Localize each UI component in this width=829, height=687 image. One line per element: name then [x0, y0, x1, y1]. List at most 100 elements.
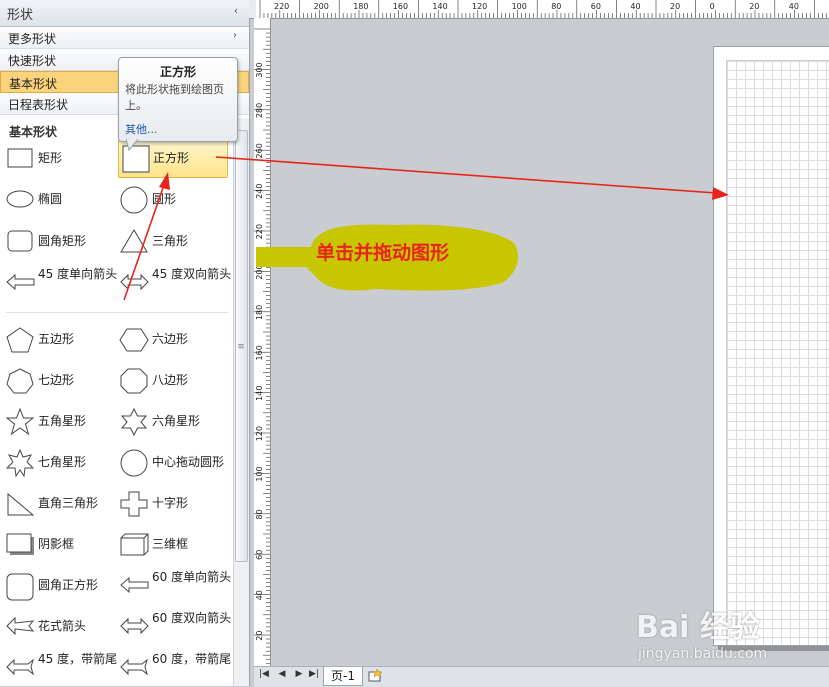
- ruler-label: 220: [274, 2, 289, 11]
- arrow-left-icon: [120, 576, 149, 594]
- ruler-label: 200: [314, 2, 329, 11]
- prev-page-button[interactable]: ◀: [275, 669, 289, 683]
- shape-rounded-square[interactable]: 圆角正方形: [0, 569, 116, 603]
- shape-label: 60 度双向箭头: [152, 611, 232, 625]
- shape-label: 五边形: [38, 332, 75, 346]
- shape-arrow-45-double[interactable]: 45 度双向箭头: [114, 266, 231, 300]
- arrow-double-icon: [120, 273, 149, 291]
- cross-icon: [120, 491, 148, 517]
- ruler-label: 0: [710, 2, 715, 11]
- shape-octagon[interactable]: 八边形: [114, 364, 230, 398]
- chevron-right-icon: ›: [233, 30, 237, 41]
- star6-icon: [120, 408, 148, 436]
- shape-label: 六角星形: [152, 414, 201, 428]
- ruler-label: 20: [749, 2, 759, 11]
- ruler-label: 80: [551, 2, 561, 11]
- shadow-box-icon: [6, 533, 34, 555]
- shape-label: 直角三角形: [38, 496, 99, 510]
- arrow-left-icon: [6, 273, 35, 291]
- ruler-ticks: 3002802602402202001801601401201008060402…: [254, 28, 270, 668]
- stencil-title: 基本形状: [9, 125, 58, 139]
- shape-label: 椭圆: [38, 192, 63, 206]
- shape-tooltip: 正方形 将此形状拖到绘图页上。 其他...: [118, 57, 238, 142]
- grip-icon: ≡: [237, 342, 245, 352]
- 3d-box-icon: [120, 533, 149, 556]
- stencil-divider: [6, 312, 228, 313]
- insert-page-icon[interactable]: [367, 669, 383, 683]
- shape-label: 45 度，带箭尾: [38, 652, 118, 666]
- category-more-shapes[interactable]: 更多形状 ›: [0, 27, 249, 49]
- ruler-label: 120: [472, 2, 487, 11]
- arrow-tail-icon: [120, 658, 148, 676]
- ruler-label: 300: [255, 62, 264, 77]
- shape-label: 圆角正方形: [38, 578, 99, 592]
- shape-cross[interactable]: 十字形: [114, 487, 230, 521]
- vertical-ruler[interactable]: 300 280 260 240 220 200 180 160 140 120 100 80 60 40 2…: [254, 18, 271, 668]
- ruler-label: 100: [255, 466, 264, 481]
- pane-title: 形状: [7, 8, 34, 23]
- shape-arrow-60-single[interactable]: 60 度单向箭头: [114, 569, 231, 603]
- horizontal-ruler[interactable]: 220 200 180 160 140 120 100 80 60 40 20 0 20 40: [256, 0, 829, 19]
- shape-arrow-60-tail[interactable]: 60 度，带箭尾: [114, 651, 231, 685]
- shape-ellipse[interactable]: 椭圆: [0, 183, 116, 217]
- ruler-label: 60: [591, 2, 601, 11]
- shape-label: 矩形: [38, 151, 63, 165]
- shape-label: 45 度单向箭头: [38, 267, 118, 281]
- shape-label: 花式箭头: [38, 619, 87, 633]
- shape-center-drag-circle[interactable]: 中心拖动圆形: [114, 446, 232, 480]
- collapse-pane-button[interactable]: ‹: [229, 4, 243, 20]
- ruler-label: 260: [255, 143, 264, 158]
- tooltip-title: 正方形: [159, 65, 196, 79]
- shape-label: 阴影框: [38, 537, 75, 551]
- shape-3d-box[interactable]: 三维框: [114, 528, 230, 562]
- shape-right-triangle[interactable]: 直角三角形: [0, 487, 116, 521]
- shape-rectangle[interactable]: 矩形: [0, 142, 116, 176]
- shape-label: 七边形: [38, 373, 75, 387]
- first-page-button[interactable]: |◀: [257, 669, 271, 683]
- ruler-label: 40: [789, 2, 799, 11]
- shape-label: 六边形: [152, 332, 189, 346]
- tooltip-more-link[interactable]: 其他...: [125, 121, 158, 137]
- ruler-label: 180: [353, 2, 368, 11]
- pentagon-icon: [6, 327, 34, 353]
- shape-label: 中心拖动圆形: [152, 455, 225, 469]
- page-tab-bar: |◀ ◀ ▶ ▶| 页-1: [254, 666, 829, 687]
- last-page-button[interactable]: ▶|: [307, 669, 321, 683]
- shape-heptagon[interactable]: 七边形: [0, 364, 116, 398]
- shape-fancy-arrow[interactable]: 花式箭头: [0, 610, 116, 644]
- shape-star7[interactable]: 七角星形: [0, 446, 116, 480]
- ruler-label: 80: [255, 509, 264, 519]
- ruler-label: 140: [432, 2, 447, 11]
- octagon-icon: [120, 368, 148, 394]
- ruler-label: 40: [630, 2, 640, 11]
- ruler-label: 160: [393, 2, 408, 11]
- tooltip-body: 将此形状拖到绘图页上。: [125, 83, 224, 112]
- shape-triangle[interactable]: 三角形: [114, 225, 230, 259]
- ruler-ticks: 220 200 180 160 140 120 100 80 60 40 20 0 20 40: [259, 0, 827, 18]
- ellipse-icon: [6, 190, 34, 208]
- shape-shadow-box[interactable]: 阴影框: [0, 528, 116, 562]
- next-page-button[interactable]: ▶: [292, 669, 306, 683]
- shape-star6[interactable]: 六角星形: [114, 405, 230, 439]
- shape-arrow-45-tail[interactable]: 45 度，带箭尾: [0, 651, 118, 685]
- page-tab[interactable]: 页-1: [323, 667, 363, 686]
- shape-rounded-rectangle[interactable]: 圆角矩形: [0, 225, 116, 259]
- shape-circle[interactable]: 圆形: [114, 183, 230, 217]
- shape-arrow-45-single[interactable]: 45 度单向箭头: [0, 266, 118, 300]
- arrow-tail-icon: [6, 658, 34, 676]
- ruler-label: 120: [255, 426, 264, 441]
- page-grid[interactable]: [726, 60, 829, 645]
- shape-hexagon[interactable]: 六边形: [114, 323, 230, 357]
- shape-arrow-60-double[interactable]: 60 度双向箭头: [114, 610, 232, 644]
- pane-header: 形状 ‹: [0, 0, 249, 27]
- star7-icon: [5, 449, 35, 477]
- shape-pentagon[interactable]: 五边形: [0, 323, 116, 357]
- watermark-url: jingyan.baidu.com: [638, 646, 768, 662]
- ruler-label: 100: [512, 2, 527, 11]
- tooltip-tail: [126, 139, 139, 151]
- category-label: 更多形状: [8, 32, 57, 46]
- ruler-label: 180: [255, 305, 264, 320]
- stencil-basic-shapes: 基本形状 矩形 正方形 椭圆 圆形 圆角矩形 三角形 45 度单向箭头 45 度…: [0, 118, 232, 686]
- hexagon-icon: [119, 328, 149, 352]
- shape-star5[interactable]: 五角星形: [0, 405, 116, 439]
